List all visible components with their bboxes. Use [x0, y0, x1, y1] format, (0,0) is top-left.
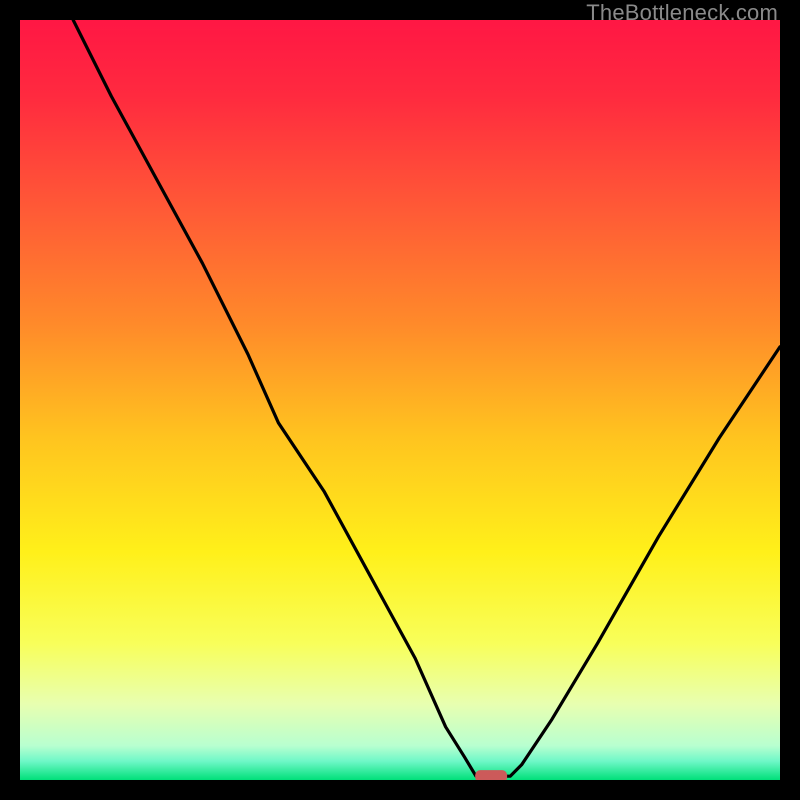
optimal-marker: [475, 770, 507, 780]
gradient-background: [20, 20, 780, 780]
plot-area: [20, 20, 780, 780]
chart-svg: [20, 20, 780, 780]
chart-frame: TheBottleneck.com: [0, 0, 800, 800]
